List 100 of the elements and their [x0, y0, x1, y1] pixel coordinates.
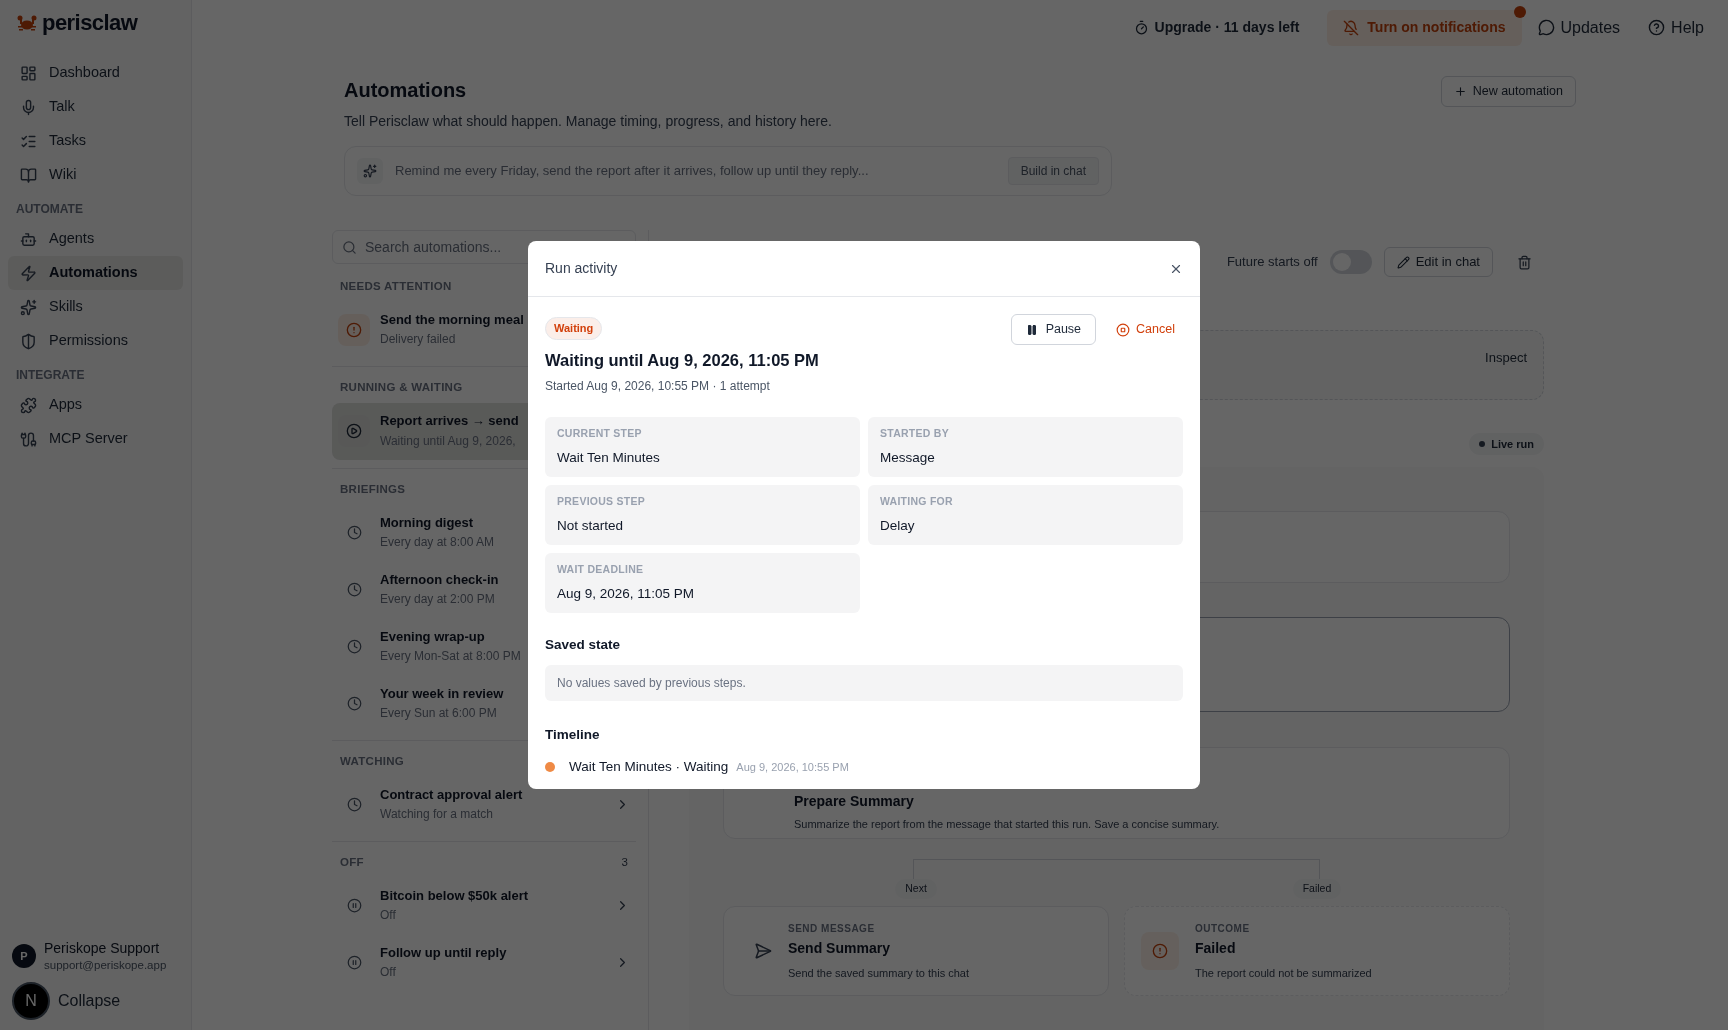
help-icon [1648, 19, 1666, 36]
user-name: Periskope Support [44, 940, 161, 958]
sidebar-item[interactable]: Permissions [8, 324, 183, 358]
sidebar-item[interactable]: Skills [8, 290, 183, 324]
group-heading: WATCHING [340, 753, 405, 769]
sidebar-item[interactable]: Apps [8, 388, 183, 422]
field-value: Aug 9, 2026, 11:05 PM [557, 585, 695, 603]
section-title: Saved state [545, 636, 621, 655]
robot-icon [20, 230, 37, 248]
alert-icon [1141, 931, 1179, 970]
field-label: PREVIOUS STEP [557, 494, 646, 510]
field-value: Not started [557, 517, 624, 535]
clock-icon [346, 797, 362, 812]
sidebar-heading: INTEGRATE [15, 367, 86, 384]
group-count: 3 [621, 855, 628, 870]
run-meta: Started Aug 9, 2026, 10:55 PM · 1 attempt [545, 378, 770, 396]
puzzle-icon [20, 396, 37, 414]
inspect-button[interactable]: Inspect [1485, 348, 1527, 368]
automation-title: Send the morning meal [380, 312, 524, 329]
group-heading: OFF [340, 855, 364, 870]
step-title: Failed [1195, 938, 1236, 958]
sparkles-icon [20, 298, 37, 316]
prompt-input[interactable]: Remind me every Friday, send the report after it arrives, follow up until they reply... [395, 161, 996, 181]
pause-icon [346, 898, 362, 914]
live-run-badge: Live run [1469, 433, 1544, 455]
automation-title: Bitcoin below $50k alert [380, 888, 529, 905]
new-automation-button[interactable]: New automation [1440, 76, 1576, 107]
step-title: Send Summary [788, 938, 890, 958]
pencil-icon [1396, 255, 1410, 269]
empty-state-text: No values saved by previous steps. [557, 674, 746, 692]
page-subtitle: Tell Perisclaw what should happen. Manage timing, progress, and history here. [344, 112, 832, 131]
sidebar-item[interactable]: Tasks [8, 124, 183, 158]
sidebar-item[interactable]: Dashboard [8, 56, 183, 90]
clock-icon [346, 638, 362, 654]
future-starts-label: Future starts off [1226, 253, 1318, 272]
step-description: Send the saved summary to this chat [788, 965, 969, 981]
field-label: WAIT DEADLINE [557, 562, 644, 578]
automation-item[interactable]: Bitcoin below $50k alert Off [332, 877, 636, 935]
cable-icon [20, 430, 37, 448]
sparkles-icon [357, 158, 383, 184]
automation-item[interactable]: Contract approval alert Watching for a match [332, 776, 636, 833]
pause-icon [346, 955, 362, 971]
edit-in-chat-button[interactable]: Edit in chat [1383, 247, 1493, 277]
sidebar-item[interactable]: MCP Server [8, 422, 183, 456]
automation-subtitle: Every day at 2:00 PM [380, 591, 495, 607]
cancel-button[interactable]: Cancel [1108, 314, 1183, 345]
automation-title: Your week in review [380, 685, 504, 702]
field-label: WAITING FOR [880, 494, 953, 510]
user-email: support@periskope.app [44, 957, 167, 972]
automation-title: Report arrives → send [380, 413, 519, 430]
clock-icon [346, 695, 362, 711]
group-heading: RUNNING & WAITING [340, 380, 463, 396]
status-badge: Waiting [545, 317, 603, 340]
group-heading: NEEDS ATTENTION [340, 279, 452, 294]
help-button[interactable]: Help [1648, 15, 1704, 40]
automation-subtitle: Watching for a match [380, 807, 493, 823]
sidebar-item[interactable]: Wiki [8, 158, 183, 192]
step-type: OUTCOME [1195, 921, 1250, 936]
chat-bubble-icon [1537, 19, 1555, 36]
clock-icon [346, 581, 362, 597]
search-icon [342, 240, 357, 255]
section-title: Timeline [545, 725, 600, 744]
shield-icon [20, 332, 37, 350]
automation-subtitle: Every day at 8:00 AM [380, 534, 495, 550]
step-type: SEND MESSAGE [788, 921, 875, 936]
automation-title: Evening wrap-up [380, 628, 485, 645]
clock-icon [346, 524, 362, 540]
dashboard-icon [20, 64, 37, 82]
automation-subtitle: Every Sun at 6:00 PM [380, 705, 497, 721]
automation-title: Morning digest [380, 514, 474, 531]
crab-logo-icon [16, 13, 38, 33]
automation-item[interactable]: Follow up until reply Off [332, 934, 636, 992]
page-title: Automations [344, 78, 468, 103]
sidebar-item[interactable]: Talk [8, 90, 183, 124]
sidebar-heading: AUTOMATE [15, 201, 84, 218]
automation-subtitle: Off [380, 965, 396, 981]
automation-subtitle: Delivery failed [380, 332, 456, 348]
pause-button[interactable]: Pause [1010, 314, 1097, 345]
alert-icon [338, 313, 370, 346]
microphone-icon [20, 98, 37, 116]
prompt-bar[interactable]: Remind me every Friday, send the report after it arrives, follow up until they reply... Build in chat [344, 146, 1112, 196]
field-value: Delay [880, 517, 915, 535]
brand-name: perisclaw [42, 12, 138, 34]
step-description: The report could not be summarized [1195, 965, 1372, 981]
stop-icon [1116, 322, 1131, 337]
upgrade-button[interactable]: Upgrade · 11 days left [1133, 17, 1300, 38]
group-heading: BRIEFINGS [340, 481, 406, 497]
sidebar-item[interactable]: Automations [8, 256, 183, 290]
delete-icon[interactable] [1517, 254, 1532, 270]
collapse-button[interactable]: Collapse [58, 989, 121, 1013]
timer-icon [1133, 20, 1149, 35]
user-avatar: P [12, 944, 36, 969]
automation-title: Follow up until reply [380, 945, 507, 962]
plus-icon [1453, 85, 1467, 98]
dev-badge[interactable]: N [12, 982, 50, 1020]
sidebar-item[interactable]: Agents [8, 222, 183, 256]
send-icon [754, 941, 772, 960]
step-description: Summarize the report from the message that started this run. Save a concise summary. [794, 817, 1221, 832]
updates-button[interactable]: Updates [1537, 15, 1621, 40]
build-in-chat-button[interactable]: Build in chat [1007, 157, 1099, 185]
